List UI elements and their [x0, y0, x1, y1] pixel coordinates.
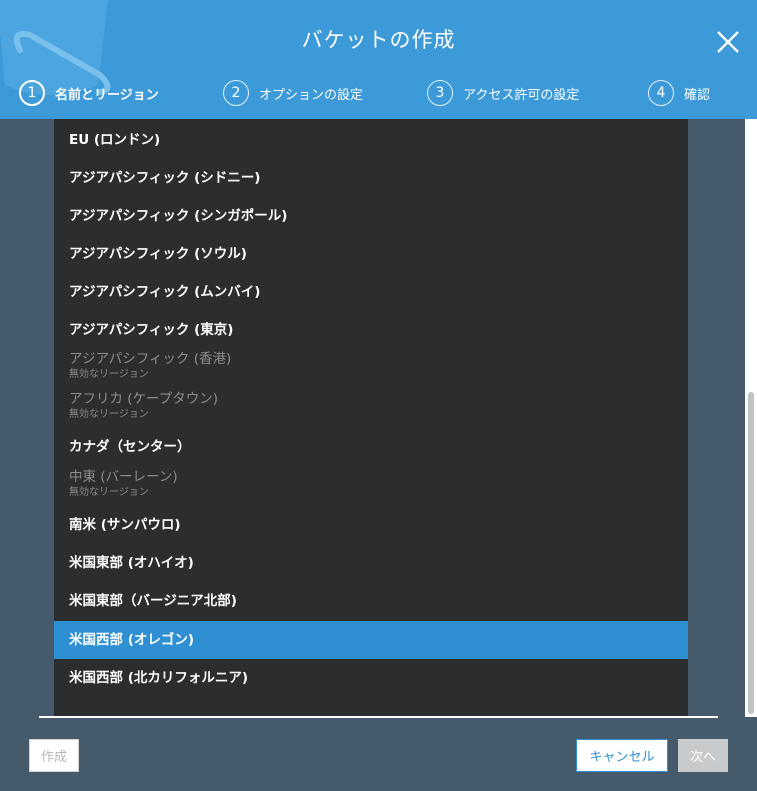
region-label: アジアパシフィック (シドニー) — [69, 170, 261, 186]
step-number: 2 — [223, 80, 249, 106]
step-number: 3 — [427, 80, 453, 106]
disabled-region-note: 無効なリージョン — [69, 409, 149, 420]
footer-divider — [39, 716, 718, 718]
wizard-steps: 1 名前とリージョン 2 オプションの設定 3 アクセス許可の設定 4 確認 — [0, 78, 757, 108]
region-option[interactable]: 南米 (サンパウロ) — [54, 506, 688, 544]
region-option-selected[interactable]: 米国西部 (オレゴン) — [54, 621, 688, 659]
region-option[interactable]: アジアパシフィック (東京) — [54, 311, 688, 349]
region-label: 中東 (バーレーン) — [69, 469, 178, 485]
region-label: 米国西部 (オレゴン) — [69, 632, 195, 648]
region-label: 南米 (サンパウロ) — [69, 517, 181, 533]
close-icon[interactable] — [713, 27, 743, 57]
step-number: 1 — [19, 80, 45, 106]
region-option[interactable]: アジアパシフィック (ソウル) — [54, 235, 688, 273]
region-label: アジアパシフィック (ムンバイ) — [69, 284, 261, 300]
region-label: アジアパシフィック (シンガポール) — [69, 208, 288, 224]
region-option[interactable]: EU (ロンドン) — [54, 121, 688, 159]
dialog-header: バケットの作成 1 名前とリージョン 2 オプションの設定 3 アクセス許可の設… — [0, 0, 757, 119]
region-label: カナダ（センター） — [69, 439, 191, 455]
region-option-disabled: アフリカ (ケープタウン) 無効なリージョン — [54, 390, 688, 422]
dialog-title: バケットの作成 — [301, 28, 456, 52]
region-option-disabled: 中東 (バーレーン) 無効なリージョン — [54, 468, 688, 500]
step-options[interactable]: 2 オプションの設定 — [223, 78, 363, 108]
create-button[interactable]: 作成 — [29, 739, 79, 772]
step-label: オプションの設定 — [259, 87, 364, 103]
region-option[interactable]: アジアパシフィック (シンガポール) — [54, 197, 688, 235]
scrollbar-thumb[interactable] — [748, 392, 754, 714]
disabled-region-note: 無効なリージョン — [69, 369, 149, 380]
region-option[interactable]: アジアパシフィック (ムンバイ) — [54, 273, 688, 311]
region-label: 米国東部 (オハイオ) — [69, 555, 194, 571]
step-name-and-region[interactable]: 1 名前とリージョン — [19, 78, 159, 108]
region-label: アジアパシフィック (東京) — [69, 322, 234, 338]
next-button[interactable]: 次へ — [678, 739, 728, 772]
step-label: 名前とリージョン — [55, 87, 159, 103]
region-label: 米国西部 (北カリフォルニア) — [69, 670, 249, 686]
region-label: アフリカ (ケープタウン) — [69, 391, 219, 407]
step-permissions[interactable]: 3 アクセス許可の設定 — [427, 78, 579, 108]
step-label: アクセス許可の設定 — [463, 87, 580, 103]
region-label: アジアパシフィック (香港) — [69, 351, 232, 367]
region-label: アジアパシフィック (ソウル) — [69, 246, 247, 262]
step-label: 確認 — [684, 87, 711, 103]
region-option-disabled: アジアパシフィック (香港) 無効なリージョン — [54, 350, 688, 382]
step-number: 4 — [648, 80, 674, 106]
region-option[interactable]: カナダ（センター） — [54, 428, 688, 466]
region-label: EU (ロンドン) — [69, 132, 161, 148]
region-dropdown-list: EU (ロンドン) アジアパシフィック (シドニー) アジアパシフィック (シン… — [54, 119, 688, 717]
region-option[interactable]: 米国東部（バージニア北部) — [54, 582, 688, 620]
region-option[interactable]: 米国東部 (オハイオ) — [54, 544, 688, 582]
disabled-region-note: 無効なリージョン — [69, 487, 149, 498]
region-option[interactable]: 米国西部 (北カリフォルニア) — [54, 659, 688, 697]
region-option[interactable]: アジアパシフィック (シドニー) — [54, 159, 688, 197]
cancel-button[interactable]: キャンセル — [576, 739, 668, 772]
step-review[interactable]: 4 確認 — [648, 78, 710, 108]
region-label: 米国東部（バージニア北部) — [69, 593, 237, 609]
